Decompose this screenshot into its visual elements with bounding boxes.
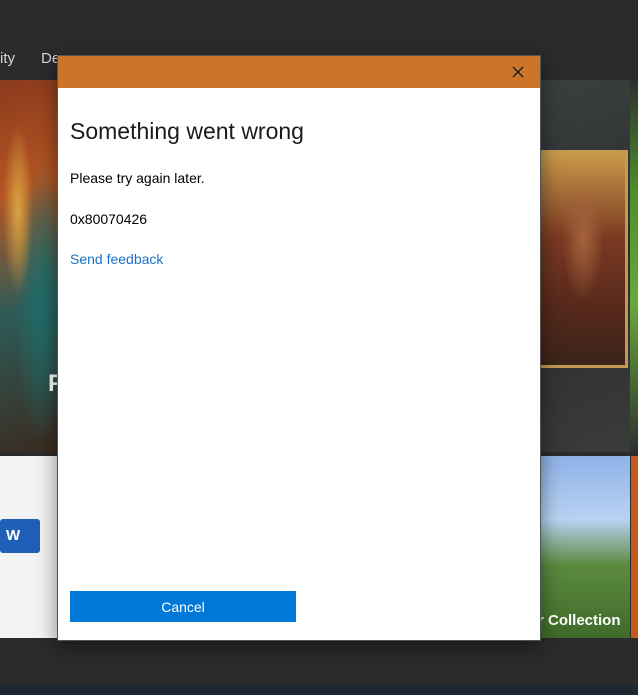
edge-tile-bottom[interactable]	[631, 456, 638, 638]
word-app-icon: W	[0, 514, 40, 554]
collection-tile-label: r Collection	[538, 612, 621, 629]
age-of-empires-tile-image[interactable]	[538, 150, 628, 368]
office-tile[interactable]: W	[0, 456, 60, 638]
cancel-button[interactable]: Cancel	[70, 591, 296, 622]
dialog-title: Something went wrong	[70, 118, 304, 144]
close-button[interactable]	[506, 60, 530, 84]
taskbar-edge	[0, 685, 638, 695]
edge-tile-top[interactable]	[630, 80, 638, 452]
minecraft-tile[interactable]	[538, 456, 630, 638]
featured-game-tile[interactable]: F	[0, 80, 60, 452]
dialog-titlebar	[58, 56, 540, 88]
error-code: 0x80070426	[70, 211, 148, 227]
dialog-message: Please try again later.	[70, 170, 205, 186]
word-icon-letter: W	[6, 527, 21, 544]
error-dialog: Something went wrong Please try again la…	[58, 56, 540, 640]
close-icon	[512, 66, 524, 78]
send-feedback-link[interactable]: Send feedback	[70, 251, 163, 267]
nav-item-community[interactable]: ity	[0, 50, 15, 67]
